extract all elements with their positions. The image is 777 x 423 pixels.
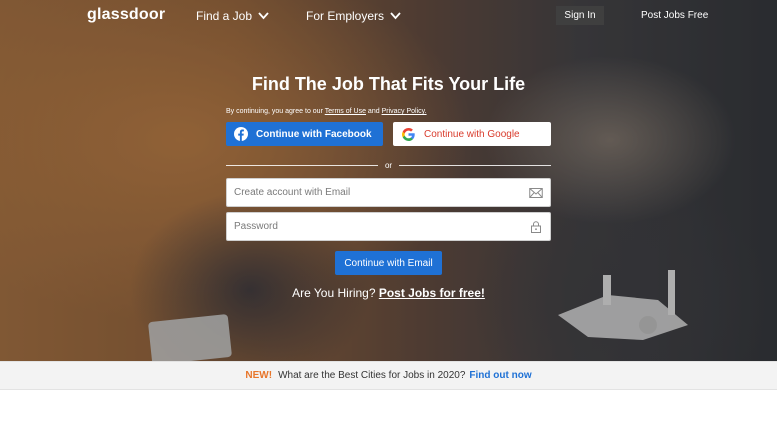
for-employers-label: For Employers: [306, 9, 385, 23]
email-field[interactable]: [227, 179, 529, 206]
legal-notice: By continuing, you agree to our Terms of…: [226, 108, 427, 115]
continue-with-google-button[interactable]: Continue with Google: [393, 122, 551, 146]
divider-line: [399, 164, 551, 166]
google-button-label: Continue with Google: [424, 128, 520, 140]
terms-of-use-link[interactable]: Terms of Use: [325, 108, 366, 115]
or-divider: or: [226, 159, 551, 171]
announcement-banner: NEW! What are the Best Cities for Jobs i…: [0, 361, 777, 390]
facebook-icon: [234, 127, 248, 141]
post-jobs-free-link[interactable]: Post Jobs Free: [641, 10, 708, 21]
hiring-prefix: Are You Hiring?: [292, 286, 376, 300]
find-a-job-menu[interactable]: Find a Job: [196, 9, 269, 23]
new-badge: NEW!: [245, 370, 273, 381]
hiring-prompt: Are You Hiring? Post Jobs for free!: [226, 286, 551, 300]
lock-icon: [531, 220, 541, 233]
find-a-job-label: Find a Job: [196, 9, 253, 23]
sign-in-button[interactable]: Sign In: [556, 6, 604, 25]
envelope-icon: [529, 187, 543, 198]
chevron-down-icon: [390, 12, 401, 20]
password-field[interactable]: [227, 213, 529, 240]
find-out-now-link[interactable]: Find out now: [469, 370, 531, 381]
facebook-button-label: Continue with Facebook: [256, 128, 372, 140]
privacy-policy-link[interactable]: Privacy Policy.: [382, 108, 427, 115]
glassdoor-logo[interactable]: glassdoor: [87, 6, 165, 24]
legal-and: and: [367, 108, 380, 115]
chevron-down-icon: [258, 12, 269, 20]
divider-line: [226, 164, 378, 166]
continue-with-email-button[interactable]: Continue with Email: [335, 251, 442, 275]
google-icon: [402, 127, 415, 141]
email-field-wrapper: [226, 178, 551, 207]
password-field-wrapper: [226, 212, 551, 241]
continue-with-facebook-button[interactable]: Continue with Facebook: [226, 122, 383, 146]
banner-message: What are the Best Cities for Jobs in 202…: [278, 370, 466, 381]
post-jobs-for-free-link[interactable]: Post Jobs for free!: [379, 286, 485, 300]
for-employers-menu[interactable]: For Employers: [306, 9, 401, 23]
page-title: Find The Job That Fits Your Life: [251, 74, 526, 94]
or-label: or: [384, 160, 393, 170]
legal-prefix: By continuing, you agree to our: [226, 108, 323, 115]
top-navigation: glassdoor Find a Job For Employers Sign …: [0, 0, 777, 32]
